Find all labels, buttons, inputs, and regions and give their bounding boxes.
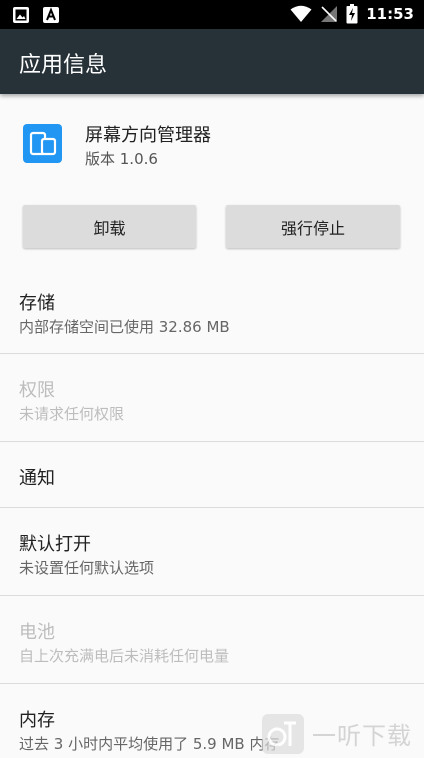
pref-notifications[interactable]: 通知 bbox=[0, 442, 424, 507]
pref-subtitle: 内部存储空间已使用 32.86 MB bbox=[19, 318, 230, 336]
status-time: 11:53 bbox=[366, 5, 414, 23]
app-version: 版本 1.0.6 bbox=[85, 150, 158, 168]
pref-title: 电池 bbox=[19, 622, 55, 643]
status-left-icons bbox=[12, 6, 60, 24]
pref-title: 通知 bbox=[19, 468, 55, 489]
watermark-logo-icon bbox=[262, 713, 304, 754]
pref-open-by-default[interactable]: 默认打开 未设置任何默认选项 bbox=[0, 508, 424, 595]
signal-off-icon bbox=[321, 6, 338, 22]
battery-charging-icon bbox=[346, 4, 358, 24]
uninstall-button[interactable]: 卸载 bbox=[23, 205, 196, 248]
watermark-text: 一听下载 bbox=[312, 722, 412, 750]
page-title: 应用信息 bbox=[19, 53, 108, 78]
wifi-icon bbox=[290, 5, 312, 22]
image-icon bbox=[13, 7, 29, 23]
pref-battery[interactable]: 电池 自上次充满电后未消耗任何电量 bbox=[0, 596, 424, 683]
pref-subtitle: 自上次充满电后未消耗任何电量 bbox=[19, 647, 230, 665]
pref-subtitle: 过去 3 小时内平均使用了 5.9 MB 内存 bbox=[19, 735, 280, 753]
pref-subtitle: 未设置任何默认选项 bbox=[19, 559, 155, 577]
pref-title: 存储 bbox=[19, 293, 55, 314]
pref-storage[interactable]: 存储 内部存储空间已使用 32.86 MB bbox=[0, 268, 424, 354]
pref-title: 内存 bbox=[19, 710, 55, 731]
app-bar: 应用信息 bbox=[0, 29, 424, 94]
force-stop-button[interactable]: 强行停止 bbox=[226, 205, 400, 248]
app-header bbox=[0, 94, 424, 194]
app-name: 屏幕方向管理器 bbox=[85, 125, 211, 146]
pref-title: 权限 bbox=[19, 380, 55, 401]
status-bar: 11:53 bbox=[0, 0, 424, 29]
status-right-icons: 11:53 bbox=[290, 4, 414, 24]
text-icon bbox=[43, 7, 59, 23]
app-icon bbox=[23, 124, 62, 163]
watermark: 一听下载 bbox=[262, 712, 424, 755]
pref-subtitle: 未请求任何权限 bbox=[19, 405, 125, 423]
pref-permissions[interactable]: 权限 未请求任何权限 bbox=[0, 354, 424, 441]
pref-title: 默认打开 bbox=[19, 534, 91, 555]
